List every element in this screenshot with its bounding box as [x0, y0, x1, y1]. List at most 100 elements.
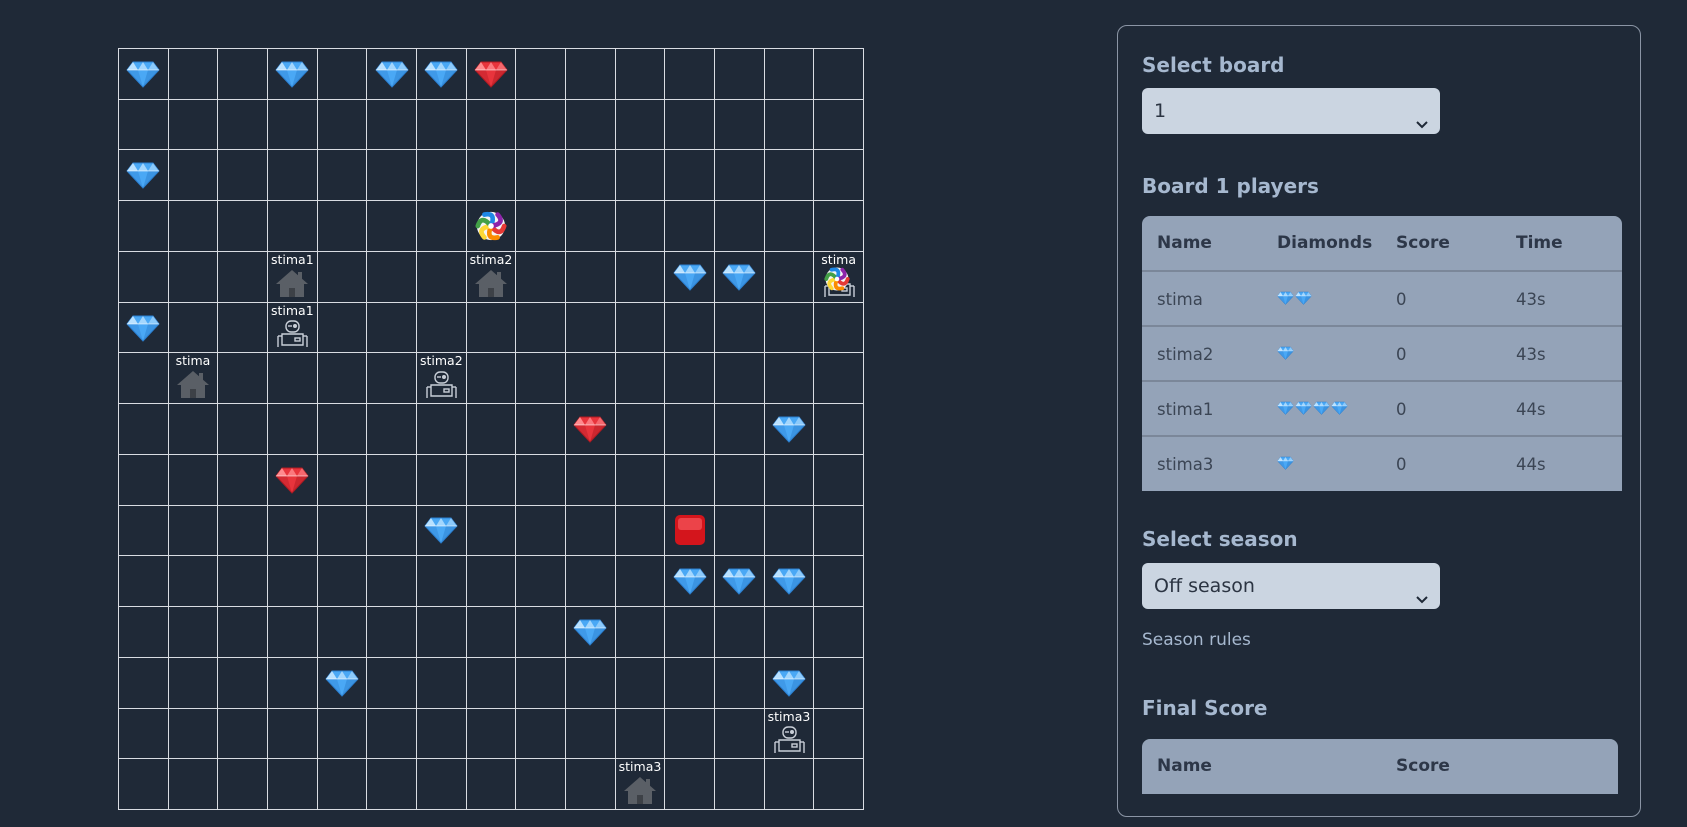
board-cell [267, 149, 318, 202]
board-cell [763, 504, 815, 557]
cell-label: stima [175, 353, 211, 369]
board-cell [465, 758, 517, 810]
board-cell [217, 707, 268, 760]
board-cell [217, 250, 268, 303]
board-cell [465, 200, 517, 252]
board-cell [515, 250, 566, 303]
board-cell [763, 403, 815, 455]
board-cell [366, 656, 417, 709]
board-cell [614, 453, 666, 506]
board-cell: stima [813, 250, 864, 303]
board-cell [316, 707, 368, 760]
board-cell [267, 352, 318, 405]
board-cell [515, 606, 566, 658]
season-select[interactable]: Off season [1142, 563, 1440, 609]
board-cell [614, 504, 666, 557]
board-cell [267, 200, 318, 252]
blue-diamond-icon [1313, 382, 1330, 437]
board-cell [416, 707, 467, 760]
players-table-body: stima 0 43s stima2 0 43s stima1 0 44s st… [1142, 271, 1622, 491]
board-cell [167, 250, 219, 303]
board-cell [416, 301, 467, 354]
board-cell [118, 149, 169, 202]
cell-label: stima2 [419, 353, 463, 369]
blue-diamond-icon [1277, 327, 1294, 382]
select-season-heading: Select season [1142, 527, 1298, 551]
blue-diamond-icon [424, 60, 458, 88]
board-cell [565, 200, 616, 252]
header-score: Score [1396, 233, 1450, 253]
blue-diamond-icon [1277, 272, 1294, 327]
board-cell [465, 504, 517, 557]
board-cell [416, 98, 467, 151]
board-select[interactable]: 1 [1142, 88, 1440, 134]
final-header-name: Name [1157, 756, 1212, 776]
board-cell [366, 352, 417, 405]
board-cell [763, 301, 815, 354]
board-cell [167, 403, 219, 455]
board-cell [167, 301, 219, 354]
table-row: stima3 0 44s [1142, 436, 1622, 491]
board-cell [664, 606, 715, 658]
board-cell [416, 48, 467, 100]
board-cell [217, 606, 268, 658]
board-cell: stima2 [416, 352, 467, 405]
board-cell [118, 555, 169, 608]
board-cell [465, 403, 517, 455]
player-diamonds [1277, 272, 1312, 327]
blue-diamond-icon [722, 263, 756, 291]
board-cell [316, 301, 368, 354]
board-cell [664, 656, 715, 709]
board-cell [565, 555, 616, 608]
red-diamond-icon [474, 60, 508, 88]
blue-diamond-icon [325, 669, 359, 697]
board-cell [267, 48, 318, 100]
board-cell [515, 200, 566, 252]
board-cell [813, 149, 864, 202]
board-cell [714, 200, 765, 252]
board-cell [118, 707, 169, 760]
board-cell [267, 98, 318, 151]
blue-diamond-icon [1295, 272, 1312, 327]
season-rules-link[interactable]: Season rules [1142, 630, 1251, 650]
player-diamonds [1277, 327, 1294, 382]
board-cell [664, 758, 715, 810]
board-cell [316, 200, 368, 252]
board-cell [714, 403, 765, 455]
final-score-table: Name Score [1142, 739, 1618, 794]
board-cell [565, 758, 616, 810]
board-cell [118, 504, 169, 557]
board-cell [614, 98, 666, 151]
board-cell [366, 403, 417, 455]
player-name: stima1 [1157, 400, 1214, 419]
board-cell [664, 48, 715, 100]
board-cell [813, 656, 864, 709]
board-cell [316, 656, 368, 709]
final-score-heading: Final Score [1142, 696, 1268, 720]
board-cell [813, 453, 864, 506]
board-cell [813, 200, 864, 252]
blue-diamond-icon [126, 314, 160, 342]
board-cell [614, 250, 666, 303]
teleporter-icon [824, 266, 850, 292]
board-cell [465, 48, 517, 100]
board-cell [813, 301, 864, 354]
board-cell [217, 48, 268, 100]
board-cell [167, 504, 219, 557]
cell-label: stima [821, 251, 857, 267]
red-diamond-icon [275, 466, 309, 494]
board-cell [565, 453, 616, 506]
board-cell [614, 200, 666, 252]
board-cell [813, 403, 864, 455]
blue-diamond-icon [722, 567, 756, 595]
board-cell [465, 301, 517, 354]
board-cell [167, 98, 219, 151]
board-cell [267, 403, 318, 455]
board-cell [664, 352, 715, 405]
board-cell [664, 453, 715, 506]
board-cell [316, 453, 368, 506]
board-cell [664, 504, 715, 557]
board-cell [366, 98, 417, 151]
board-cell: stima2 [465, 250, 517, 303]
board-cell [416, 250, 467, 303]
